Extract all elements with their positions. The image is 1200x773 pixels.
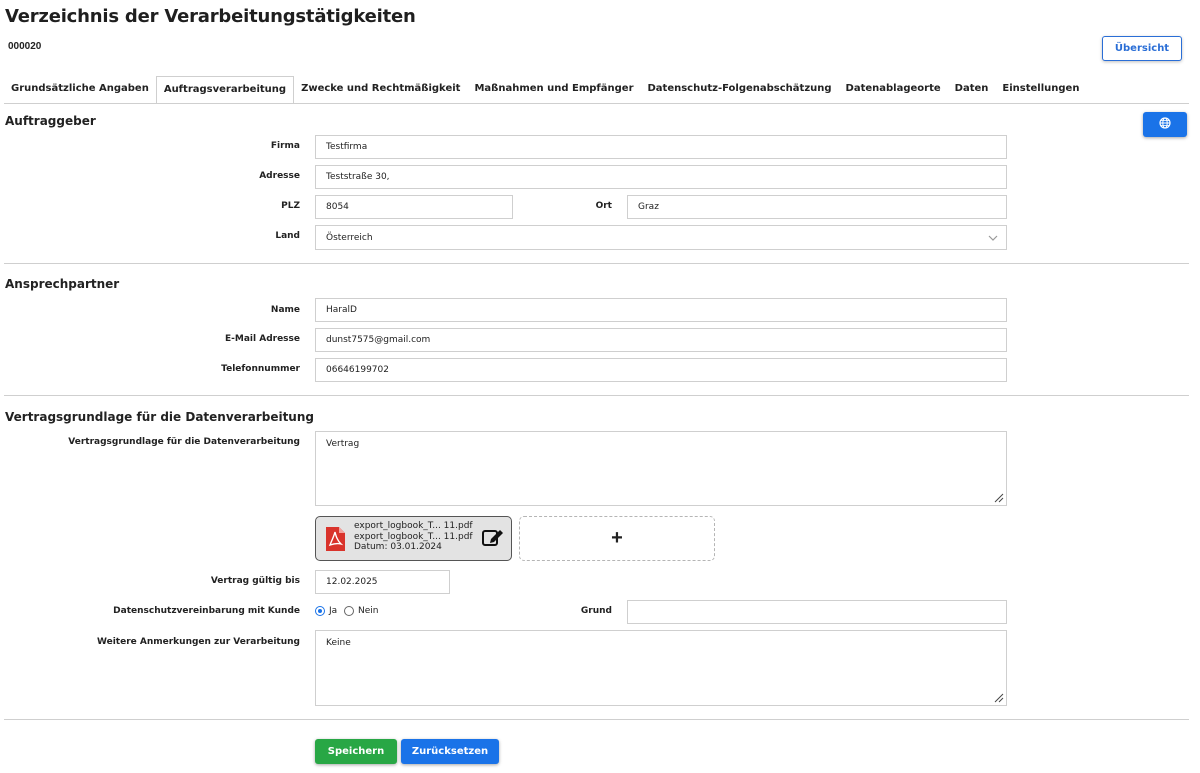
tab-datenschutz-folgenabschaetzung[interactable]: Datenschutz-Folgenabschätzung bbox=[641, 76, 839, 102]
telefon-input[interactable]: 06646199702 bbox=[315, 358, 1007, 382]
grund-label: Grund bbox=[580, 606, 612, 616]
land-select[interactable]: Österreich bbox=[315, 225, 1007, 250]
file-date: Datum: 03.01.2024 bbox=[354, 542, 442, 552]
tab-divider bbox=[4, 103, 1189, 104]
firma-label: Firma bbox=[270, 141, 300, 151]
section-divider bbox=[4, 263, 1189, 264]
radio-nein[interactable] bbox=[344, 606, 354, 616]
radio-ja[interactable] bbox=[315, 606, 325, 616]
section-divider bbox=[4, 719, 1189, 720]
tab-datenablageorte[interactable]: Datenablageorte bbox=[839, 76, 948, 102]
vertrag-gueltig-input[interactable]: 12.02.2025 bbox=[315, 570, 450, 594]
tab-grundsaetzliche-angaben[interactable]: Grundsätzliche Angaben bbox=[4, 76, 156, 102]
telefon-label: Telefonnummer bbox=[221, 364, 300, 374]
add-file-button[interactable]: + bbox=[519, 516, 715, 561]
overview-button[interactable]: Übersicht bbox=[1102, 36, 1182, 61]
radio-ja-label: Ja bbox=[329, 606, 338, 616]
adresse-label: Adresse bbox=[259, 171, 300, 181]
anmerkungen-text: Keine bbox=[326, 638, 351, 648]
adresse-input[interactable]: Teststraße 30, bbox=[315, 165, 1007, 189]
resize-handle-icon[interactable] bbox=[994, 693, 1004, 703]
name-label: Name bbox=[270, 305, 300, 315]
grund-input[interactable] bbox=[627, 600, 1007, 624]
land-label: Land bbox=[275, 231, 300, 241]
file-name-line2: export_logbook_T... 11.pdf bbox=[354, 531, 473, 542]
globe-icon bbox=[1159, 116, 1171, 134]
page-title: Verzeichnis der Verarbeitungstätigkeiten bbox=[5, 6, 416, 27]
tab-daten[interactable]: Daten bbox=[948, 76, 996, 102]
name-input[interactable]: HaralD bbox=[315, 298, 1007, 322]
tab-zwecke-rechtmaessigkeit[interactable]: Zwecke und Rechtmäßigkeit bbox=[294, 76, 467, 102]
file-info: export_logbook_T... 11.pdf export_logboo… bbox=[354, 521, 473, 553]
tab-einstellungen[interactable]: Einstellungen bbox=[995, 76, 1086, 102]
tab-auftragsverarbeitung[interactable]: Auftragsverarbeitung bbox=[155, 76, 295, 104]
vertragsgrundlage-text: Vertrag bbox=[326, 439, 360, 449]
reset-button[interactable]: Zurücksetzen bbox=[401, 739, 499, 764]
vertragsgrundlage-textarea[interactable]: Vertrag bbox=[315, 431, 1007, 506]
section-title-vertragsgrundlage: Vertragsgrundlage für die Datenverarbeit… bbox=[5, 410, 314, 424]
pdf-icon bbox=[324, 526, 346, 557]
radio-nein-label: Nein bbox=[358, 606, 379, 616]
ort-input[interactable]: Graz bbox=[627, 195, 1007, 219]
save-button[interactable]: Speichern bbox=[315, 739, 397, 764]
chevron-down-icon bbox=[988, 234, 998, 244]
file-name-line1: export_logbook_T... 11.pdf bbox=[354, 521, 473, 531]
ort-label: Ort bbox=[595, 201, 612, 211]
section-title-ansprechpartner: Ansprechpartner bbox=[5, 277, 120, 291]
resize-handle-icon[interactable] bbox=[994, 493, 1004, 503]
section-divider bbox=[4, 395, 1189, 396]
email-label: E-Mail Adresse bbox=[225, 334, 300, 344]
edit-icon[interactable] bbox=[482, 527, 504, 552]
tab-bar: Grundsätzliche Angaben Auftragsverarbeit… bbox=[4, 76, 1086, 104]
vertragsgrundlage-label: Vertragsgrundlage für die Datenverarbeit… bbox=[68, 437, 300, 447]
language-button[interactable] bbox=[1143, 112, 1187, 137]
plz-input[interactable]: 8054 bbox=[315, 195, 513, 219]
anmerkungen-label: Weitere Anmerkungen zur Verarbeitung bbox=[97, 637, 300, 647]
attached-file-card[interactable]: export_logbook_T... 11.pdf export_logboo… bbox=[315, 516, 512, 561]
tab-massnahmen-empfaenger[interactable]: Maßnahmen und Empfänger bbox=[467, 76, 640, 102]
email-input[interactable]: dunst7575@gmail.com bbox=[315, 328, 1007, 352]
datenschutzvereinbarung-label: Datenschutzvereinbarung mit Kunde bbox=[113, 606, 300, 616]
plz-label: PLZ bbox=[281, 201, 300, 211]
land-select-value: Österreich bbox=[326, 232, 373, 243]
record-number: 000020 bbox=[8, 41, 42, 52]
section-title-auftraggeber: Auftraggeber bbox=[5, 114, 96, 128]
vertrag-gueltig-label: Vertrag gültig bis bbox=[210, 576, 300, 586]
anmerkungen-textarea[interactable]: Keine bbox=[315, 630, 1007, 706]
firma-input[interactable]: Testfirma bbox=[315, 135, 1007, 159]
